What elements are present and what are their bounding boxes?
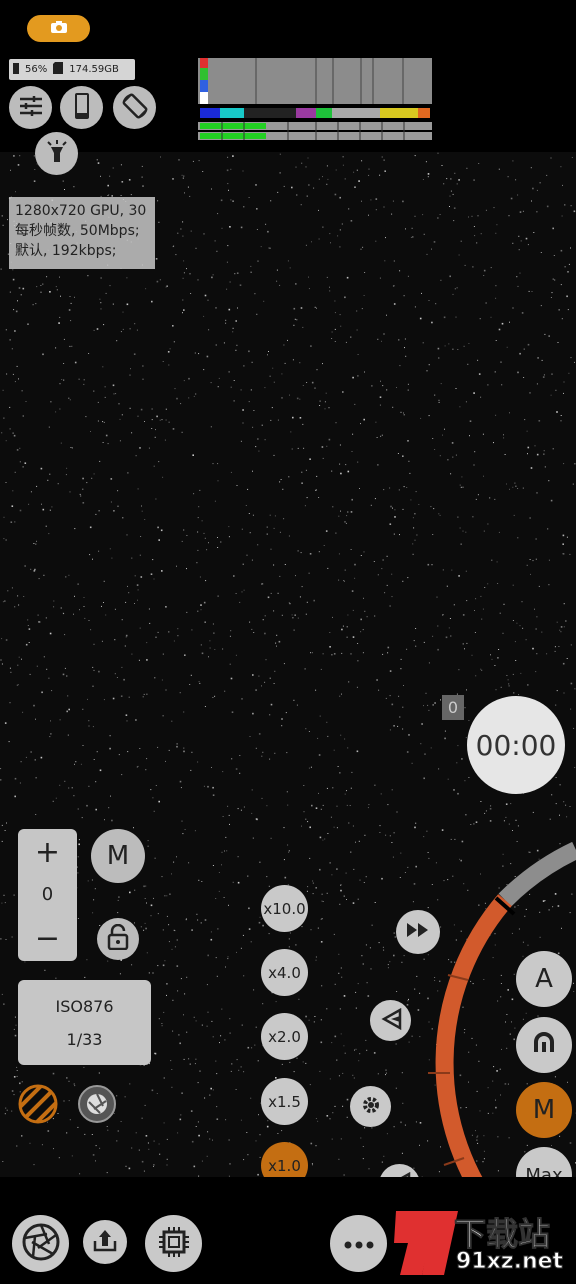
flashlight-icon	[44, 139, 70, 169]
aperture-icon	[21, 1222, 61, 1266]
watermark-url: 91xz.net	[456, 1249, 563, 1274]
settings-button[interactable]	[350, 1086, 391, 1127]
rotate-icon	[121, 92, 149, 124]
zebra-stripes-icon	[18, 1109, 58, 1128]
camera-icon	[50, 19, 68, 38]
record-timer-button[interactable]: 00:00	[467, 696, 565, 794]
more-options-button[interactable]	[330, 1215, 387, 1272]
shutter-speed: 1/33	[67, 1030, 103, 1049]
focus-peaking-button[interactable]	[77, 1084, 117, 1124]
aperture-button[interactable]	[12, 1215, 69, 1272]
more-icon	[344, 1234, 374, 1253]
video-info-line-1: 1280x720 GPU, 30	[15, 201, 149, 221]
mode-auto-button[interactable]: A	[516, 951, 572, 1007]
gear-icon	[360, 1094, 382, 1120]
video-info-line-2: 每秒帧数, 50Mbps;	[15, 221, 149, 241]
site-watermark: 下载站 91xz.net	[386, 1205, 576, 1280]
mode-semi-button[interactable]	[516, 1017, 572, 1073]
zebra-button[interactable]	[18, 1084, 58, 1124]
rotate-button[interactable]	[113, 86, 156, 129]
iso-value: ISO876	[55, 997, 113, 1016]
camera-switch-button[interactable]	[27, 15, 90, 42]
chip-icon	[157, 1225, 191, 1263]
manual-exposure-button[interactable]: M	[91, 829, 145, 883]
audio-button[interactable]	[370, 1000, 411, 1041]
zoom-2x-button[interactable]: x2.0	[261, 1013, 308, 1060]
export-button[interactable]	[83, 1220, 127, 1264]
exposure-minus-button[interactable]: −	[18, 918, 77, 958]
clip-counter: 0	[442, 695, 464, 720]
mode-manual-button[interactable]: M	[516, 1082, 572, 1138]
upload-lock-icon	[92, 1227, 118, 1257]
exposure-lock-button[interactable]	[97, 918, 139, 960]
battery-level: 56%	[25, 64, 47, 75]
video-settings-info: 1280x720 GPU, 30 每秒帧数, 50Mbps; 默认, 192kb…	[9, 197, 155, 269]
shutter-icon	[77, 1109, 117, 1128]
flashlight-button[interactable]	[35, 132, 78, 175]
video-info-line-3: 默认, 192kbps;	[15, 241, 149, 261]
lock-icon	[107, 924, 129, 954]
settings-sliders-button[interactable]	[9, 86, 52, 129]
iso-shutter-panel[interactable]: ISO876 1/33	[18, 980, 151, 1065]
exposure-value: 0	[18, 876, 77, 912]
battery-icon	[13, 62, 19, 77]
phone-icon	[73, 92, 91, 124]
sliders-icon	[18, 95, 44, 121]
status-bar: 56% 174.59GB	[9, 59, 135, 80]
storage-free: 174.59GB	[69, 64, 119, 75]
zoom-10x-button[interactable]: x10.0	[261, 885, 308, 932]
half-circle-icon	[530, 1028, 558, 1063]
sd-card-icon	[53, 62, 63, 77]
histogram-scope	[198, 58, 432, 142]
exposure-plus-button[interactable]: +	[18, 832, 77, 872]
processor-button[interactable]	[145, 1215, 202, 1272]
orientation-lock-button[interactable]	[60, 86, 103, 129]
speaker-icon	[380, 1008, 402, 1034]
zoom-1-5x-button[interactable]: x1.5	[261, 1078, 308, 1125]
zoom-4x-button[interactable]: x4.0	[261, 949, 308, 996]
